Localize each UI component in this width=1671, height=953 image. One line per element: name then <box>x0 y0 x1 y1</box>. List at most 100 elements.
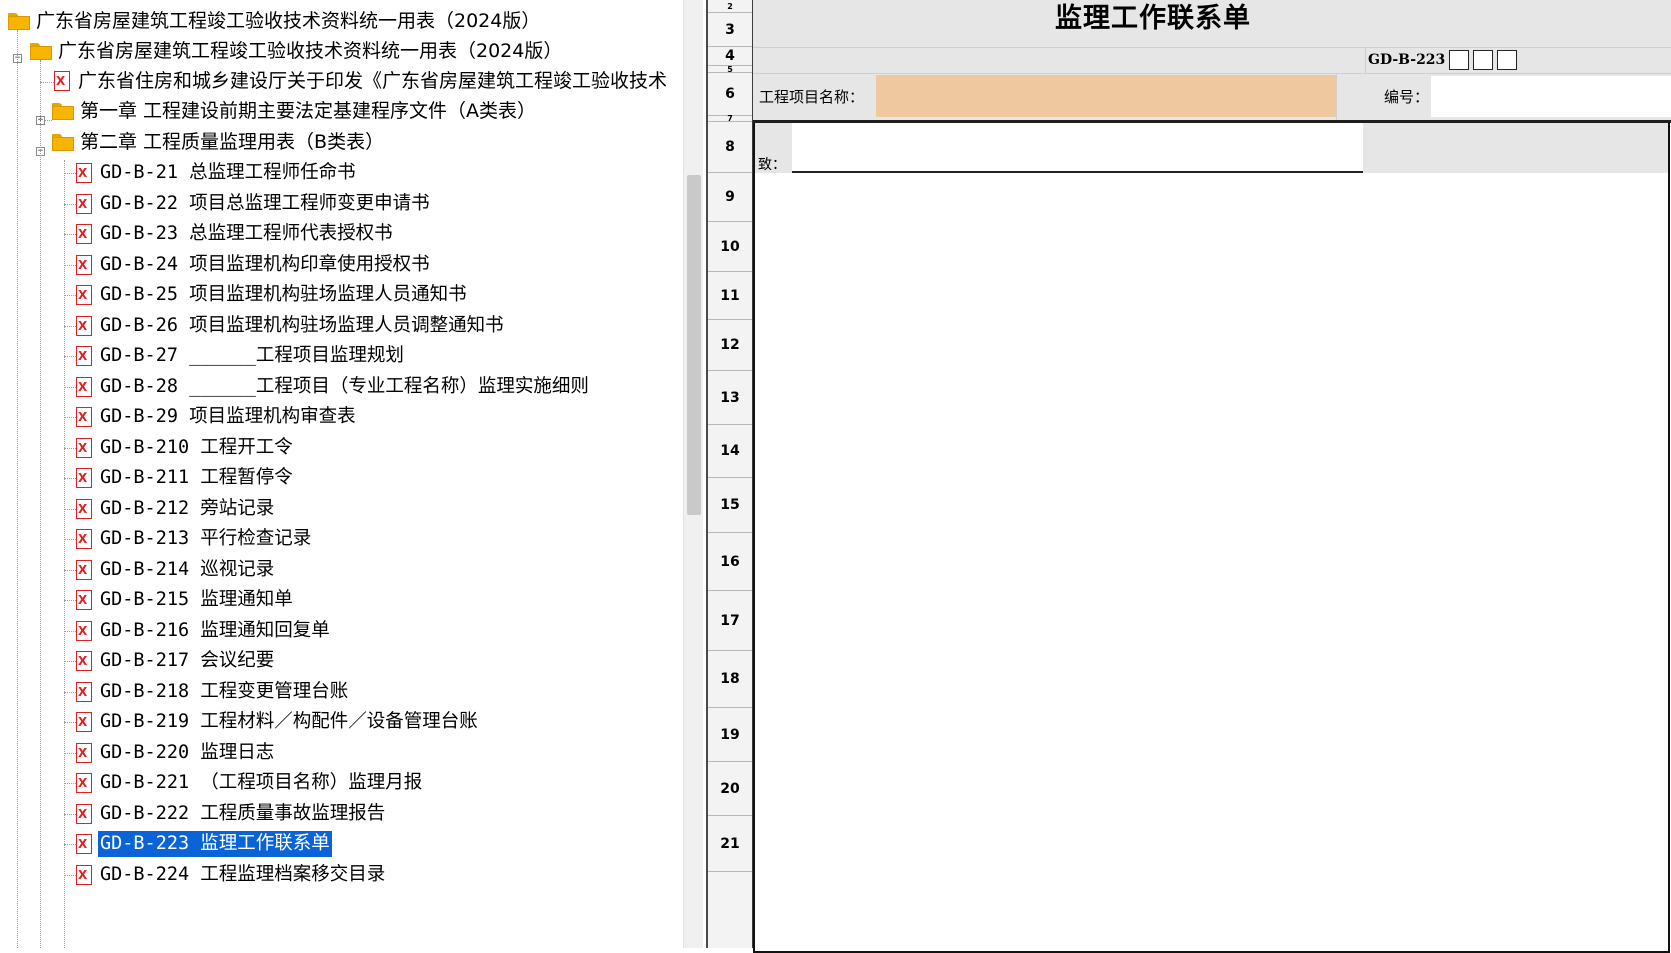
row-number[interactable]: 13 <box>708 371 752 425</box>
tree-item[interactable]: X GD-B-221 （工程项目名称）监理月报 <box>76 770 424 796</box>
project-name-input[interactable] <box>876 75 1336 117</box>
row-number[interactable]: 15 <box>708 478 752 533</box>
tree-item[interactable]: X GD-B-223 监理工作联系单 <box>76 830 333 858</box>
tree-item-label: GD-B-217 会议纪要 <box>100 650 275 671</box>
number-input[interactable] <box>1431 76 1671 117</box>
row-number[interactable]: 19 <box>708 708 752 762</box>
row-number[interactable]: 18 <box>708 651 752 708</box>
tree-item-label: GD-B-224 工程监理档案移交目录 <box>100 863 386 885</box>
tree-item[interactable]: X GD-B-26 项目监理机构驻场监理人员调整通知书 <box>76 313 506 339</box>
tree-item[interactable]: X GD-B-220 监理日志 <box>76 740 276 766</box>
row-number[interactable]: 17 <box>708 591 752 651</box>
tree-guide-line <box>64 600 76 601</box>
form-code: GD-B-223 <box>1368 52 1446 68</box>
tree-item-label: GD-B-215 监理通知单 <box>100 589 293 610</box>
tree-guide-line <box>64 539 76 540</box>
tree-guide-line <box>64 295 76 296</box>
document-icon: X <box>76 468 92 488</box>
to-input[interactable] <box>792 123 1363 173</box>
code-box-1[interactable] <box>1449 50 1470 70</box>
tree-item[interactable]: X GD-B-21 总监理工程师任命书 <box>76 160 358 186</box>
tree-item[interactable]: X GD-B-213 平行检查记录 <box>76 526 313 552</box>
tree-guide-line <box>64 478 76 479</box>
document-icon: X <box>76 834 92 854</box>
row-number[interactable]: 6 <box>708 73 752 116</box>
row-header: 2 3 4 5 6 7 8 9 10 11 12 13 14 15 16 17 18 19 20 21 <box>706 0 755 948</box>
to-right-cell <box>1363 123 1668 173</box>
tree-item[interactable]: X GD-B-214 巡视记录 <box>76 557 276 583</box>
tree-notice-label: 广东省住房和城乡建设厅关于印发《广东省房屋建筑工程竣工验收技术 <box>78 70 668 92</box>
form-code-group: GD-B-223 <box>1368 49 1518 71</box>
tree-item[interactable]: X GD-B-218 工程变更管理台账 <box>76 679 350 705</box>
tree-item-label: GD-B-223 监理工作联系单 <box>97 830 333 858</box>
row-number[interactable]: 12 <box>708 320 752 371</box>
tree-item[interactable]: X GD-B-29 项目监理机构审查表 <box>76 404 358 430</box>
tree-root-node[interactable]: 广东省房屋建筑工程竣工验收技术资料统一用表（2024版） <box>8 8 542 34</box>
tree-guide-line <box>64 417 76 418</box>
row-number[interactable]: 10 <box>708 222 752 272</box>
tree-item[interactable]: X GD-B-211 工程暂停令 <box>76 465 295 491</box>
row-number[interactable]: 4 <box>708 47 752 66</box>
tree-item[interactable]: X GD-B-210 工程开工令 <box>76 435 295 461</box>
tree-item[interactable]: X GD-B-215 监理通知单 <box>76 587 295 613</box>
tree-guide-line <box>64 508 76 510</box>
tree-item[interactable]: X GD-B-217 会议纪要 <box>76 648 276 674</box>
tree-notice-node[interactable]: X 广东省住房和城乡建设厅关于印发《广东省房屋建筑工程竣工验收技术 <box>54 68 669 94</box>
tree-item[interactable]: X GD-B-25 项目监理机构驻场监理人员通知书 <box>76 282 469 308</box>
tree-item-label: GD-B-212 旁站记录 <box>100 497 275 519</box>
row-number[interactable]: 14 <box>708 425 752 478</box>
row-number[interactable]: 5 <box>708 65 752 74</box>
row-number[interactable]: 20 <box>708 762 752 816</box>
code-box-3[interactable] <box>1497 50 1518 70</box>
tree-item[interactable]: X GD-B-212 旁站记录 <box>76 496 276 522</box>
row-number[interactable]: 8 <box>708 122 752 173</box>
tree-item[interactable]: X GD-B-27 ______工程项目监理规划 <box>76 343 406 369</box>
row-number[interactable]: 11 <box>708 272 752 320</box>
tree-item-label: GD-B-24 项目监理机构印章使用授权书 <box>100 253 430 275</box>
document-icon: X <box>76 285 92 305</box>
folder-open-icon <box>30 42 52 60</box>
spreadsheet-form: 监理工作联系单 GD-B-223 工程项目名称： 编号： 致： <box>753 0 1671 953</box>
document-icon: X <box>76 529 92 549</box>
tree-item-label: GD-B-22 项目总监理工程师变更申请书 <box>100 192 430 214</box>
tree-item[interactable]: X GD-B-224 工程监理档案移交目录 <box>76 862 387 888</box>
document-icon: X <box>76 376 92 397</box>
row-number[interactable]: 9 <box>708 173 752 222</box>
row-number[interactable]: 2 <box>708 0 752 13</box>
tree-chapter2-node[interactable]: 第二章 工程质量监理用表（B类表） <box>52 129 386 155</box>
tree-guide-line <box>64 234 76 235</box>
tree-item[interactable]: X GD-B-22 项目总监理工程师变更申请书 <box>76 191 432 217</box>
code-band <box>753 47 1671 74</box>
document-icon: X <box>76 163 92 183</box>
tree-guide-line <box>64 264 76 266</box>
tree-guide-line <box>64 783 76 784</box>
row-number[interactable]: 16 <box>708 533 752 591</box>
tree-subroot-node[interactable]: 广东省房屋建筑工程竣工验收技术资料统一用表（2024版） <box>30 38 564 64</box>
tree-guide-line <box>64 813 76 815</box>
tree-item-label: GD-B-219 工程材料／构配件／设备管理台账 <box>100 711 478 732</box>
number-label: 编号： <box>1384 88 1430 106</box>
document-icon: X <box>76 498 92 519</box>
tree-guide-line <box>64 874 76 876</box>
document-icon: X <box>76 651 92 671</box>
tree-item[interactable]: X GD-B-24 项目监理机构印章使用授权书 <box>76 252 432 278</box>
tree-scrollbar-thumb[interactable] <box>687 175 701 515</box>
tree-item-label: GD-B-213 平行检查记录 <box>100 528 312 549</box>
document-icon: X <box>76 254 92 275</box>
tree-item-label: GD-B-211 工程暂停令 <box>100 467 293 488</box>
tree-item[interactable]: X GD-B-23 总监理工程师代表授权书 <box>76 221 395 247</box>
row-number[interactable]: 3 <box>708 13 752 47</box>
row-number[interactable]: 21 <box>708 816 752 872</box>
tree-item[interactable]: X GD-B-219 工程材料／构配件／设备管理台账 <box>76 709 480 735</box>
document-icon: X <box>76 346 92 366</box>
tree-item[interactable]: X GD-B-222 工程质量事故监理报告 <box>76 801 387 827</box>
folder-closed-icon <box>52 102 74 120</box>
tree-item[interactable]: X GD-B-216 监理通知回复单 <box>76 618 332 644</box>
tree-item[interactable]: X GD-B-28 ______工程项目（专业工程名称）监理实施细则 <box>76 374 591 400</box>
project-name-label: 工程项目名称： <box>759 88 865 106</box>
code-box-2[interactable] <box>1473 50 1494 70</box>
tree-chapter1-node[interactable]: 第一章 工程建设前期主要法定基建程序文件（A类表） <box>52 98 538 124</box>
tree-guide-line <box>64 173 76 174</box>
tree-item-label: GD-B-222 工程质量事故监理报告 <box>100 802 386 824</box>
tree-scrollbar[interactable] <box>683 0 703 948</box>
